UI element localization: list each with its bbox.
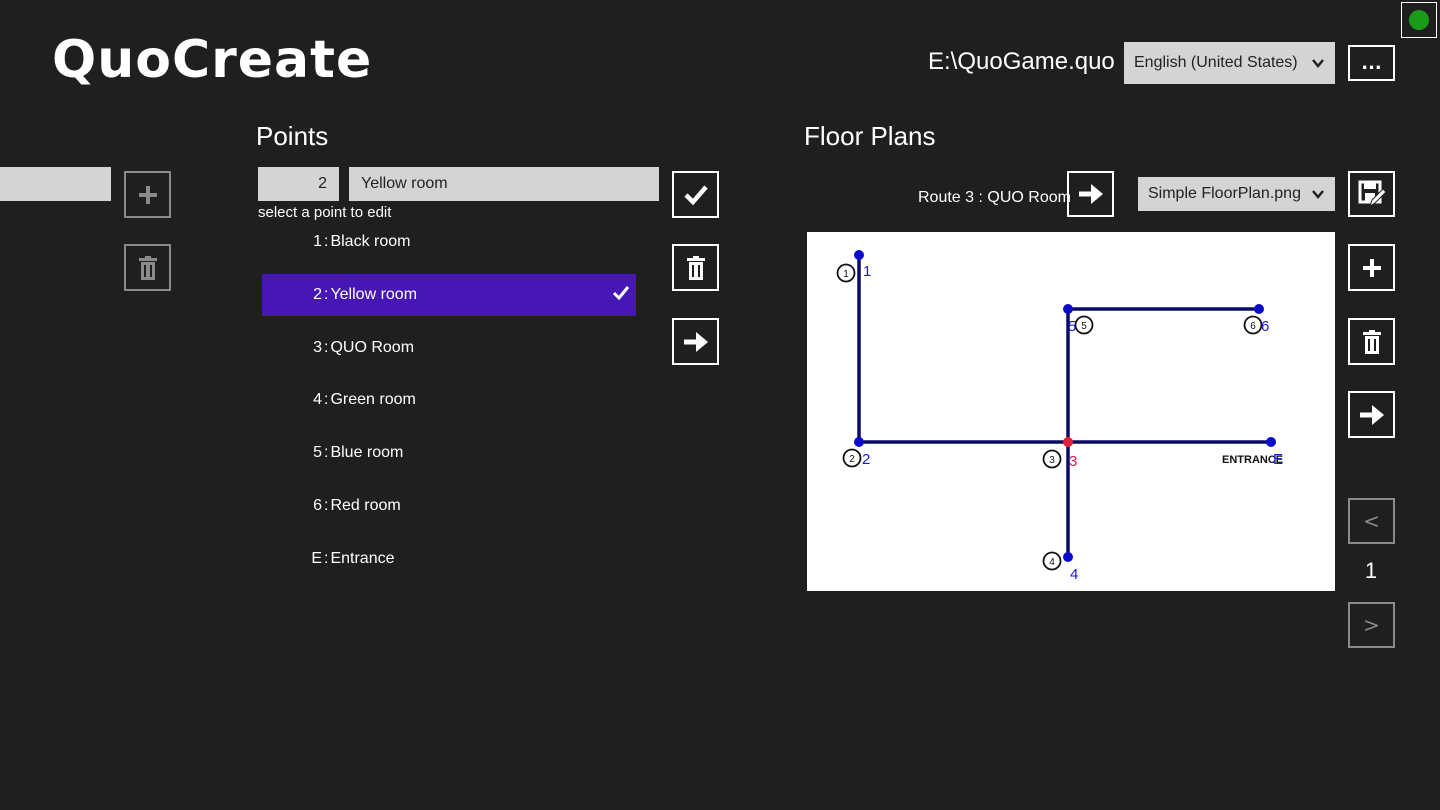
point-list-item-separator: : (324, 233, 329, 250)
delete-point-button[interactable] (672, 244, 719, 291)
point-list-item-separator: : (324, 497, 329, 514)
point-list-item-label: Entrance (330, 550, 395, 567)
point-list-item[interactable]: 1: Black room (262, 221, 636, 263)
room-circle-label: 1 (843, 269, 849, 280)
page-number: 1 (1364, 558, 1378, 583)
marker-label: 3 (1069, 453, 1077, 470)
floor-plan-select[interactable]: Simple FloorPlan.png (1138, 177, 1335, 211)
room-circle-label: 4 (1049, 557, 1055, 568)
marker-label: 6 (1261, 318, 1269, 335)
edit-floor-plan-button[interactable] (1348, 171, 1395, 217)
point-marker-4[interactable] (1063, 552, 1073, 562)
point-marker-3[interactable] (1063, 437, 1073, 447)
point-list-item-label: Yellow room (330, 286, 418, 303)
arrow-right-icon (683, 331, 708, 352)
go-point-button[interactable] (672, 318, 719, 365)
route-go-button[interactable] (1067, 171, 1114, 217)
point-list-item-separator: : (324, 286, 329, 303)
room-circle-labels: 1 2 3 4 5 6 (843, 269, 1256, 568)
point-name-input[interactable]: Yellow room (349, 167, 659, 201)
room-circle-label: 2 (849, 454, 855, 465)
point-list-item-separator: : (324, 550, 329, 567)
app-title: QuoCreate (52, 30, 373, 90)
point-list-item[interactable]: E: Entrance (262, 538, 636, 580)
next-page-label: > (1363, 613, 1380, 637)
point-list-item-number: 3 (313, 339, 322, 356)
chevron-down-icon (1312, 59, 1324, 68)
confirm-point-button[interactable] (672, 171, 719, 218)
point-list-item-number: E (311, 550, 322, 567)
left-list-selected-item[interactable] (0, 167, 111, 201)
point-marker-1[interactable] (854, 250, 864, 260)
point-marker-5[interactable] (1063, 304, 1073, 314)
floor-plan-select-value: Simple FloorPlan.png (1148, 185, 1301, 202)
delete-item-button[interactable] (124, 244, 171, 291)
point-list-item-separator: : (324, 339, 329, 356)
point-list-item[interactable]: 2: Yellow room (262, 274, 636, 316)
marker-label: E (1273, 451, 1283, 468)
language-select-value: English (United States) (1134, 54, 1298, 71)
floor-plan-map[interactable]: 1 2 3 4 5 6 ENTRANCE 1 2 3 4 5 6 E (807, 232, 1335, 591)
point-list-item-number: 6 (313, 497, 322, 514)
chevron-down-icon (1312, 190, 1324, 199)
point-list-item-number: 4 (313, 391, 322, 408)
point-list-item-label: Blue room (330, 444, 404, 461)
point-list-item[interactable]: 4: Green room (262, 379, 636, 421)
route-dots (854, 250, 1276, 562)
delete-floor-plan-button[interactable] (1348, 318, 1395, 365)
prev-page-label: < (1363, 509, 1380, 533)
point-list-item-number: 1 (313, 233, 322, 250)
route-label: Route 3 : QUO Room (918, 189, 1071, 206)
point-list-item[interactable]: 5: Blue room (262, 432, 636, 474)
marker-label: 5 (1068, 318, 1076, 335)
point-list-item-number: 5 (313, 444, 322, 461)
arrow-right-icon (1078, 184, 1103, 204)
marker-label: 1 (863, 263, 871, 280)
point-marker-e[interactable] (1266, 437, 1276, 447)
point-list-item-label: QUO Room (330, 339, 415, 356)
check-icon (612, 286, 630, 301)
marker-label: 2 (862, 451, 870, 468)
go-floor-plan-button[interactable] (1348, 391, 1395, 438)
plus-icon (138, 185, 157, 204)
points-title: Points (256, 121, 329, 151)
file-path: E:\QuoGame.quo (928, 48, 1115, 75)
status-dot-icon (1409, 10, 1429, 30)
add-item-button[interactable] (124, 171, 171, 218)
room-circle-label: 6 (1250, 321, 1256, 332)
point-list-item-number: 2 (313, 286, 322, 303)
trash-icon (686, 255, 705, 280)
trash-icon (138, 255, 157, 280)
room-circle-label: 3 (1049, 455, 1055, 466)
route-lines (857, 255, 1271, 557)
point-list-item-label: Black room (330, 233, 411, 250)
point-marker-2[interactable] (854, 437, 864, 447)
point-number-input[interactable]: 2 (258, 167, 339, 201)
floor-plan-canvas[interactable]: 1 2 3 4 5 6 ENTRANCE 1 2 3 4 5 6 E (807, 232, 1335, 591)
point-list-item[interactable]: 6: Red room (262, 485, 636, 527)
check-icon (683, 185, 708, 205)
point-list-item-label: Red room (330, 497, 401, 514)
trash-icon (1362, 329, 1381, 354)
point-list-item[interactable]: 3: QUO Room (262, 327, 636, 369)
point-list-item-separator: : (324, 391, 329, 408)
floor-plans-title: Floor Plans (804, 121, 936, 151)
more-button-label: ... (1361, 52, 1382, 74)
language-select[interactable]: English (United States) (1124, 42, 1335, 84)
next-page-button[interactable]: > (1348, 602, 1395, 648)
status-indicator (1401, 2, 1437, 38)
point-marker-6[interactable] (1254, 304, 1264, 314)
plus-icon (1362, 258, 1381, 277)
add-floor-plan-button[interactable] (1348, 244, 1395, 291)
point-list-item-separator: : (324, 444, 329, 461)
prev-page-button[interactable]: < (1348, 498, 1395, 544)
arrow-right-icon (1359, 404, 1384, 425)
marker-label: 4 (1070, 566, 1078, 583)
more-button[interactable]: ... (1348, 45, 1395, 81)
points-hint: select a point to edit (258, 204, 392, 221)
point-list-item-label: Green room (330, 391, 416, 408)
room-circle-label: 5 (1081, 321, 1087, 332)
edit-image-icon (1358, 180, 1387, 208)
